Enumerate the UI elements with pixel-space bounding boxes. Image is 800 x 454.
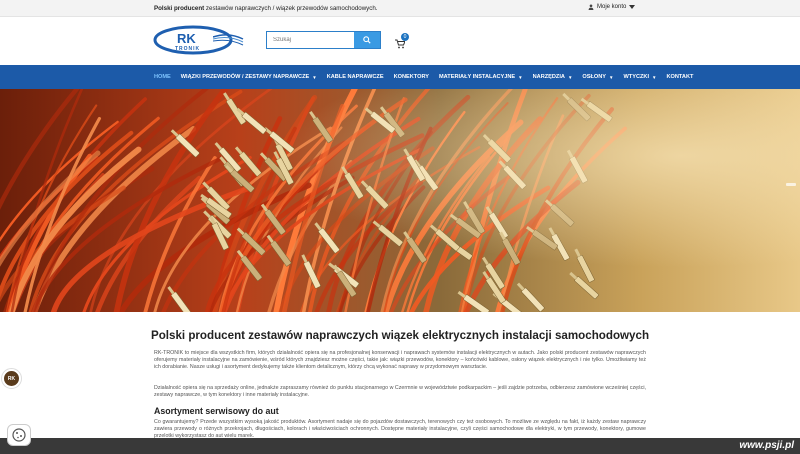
main-content: Polski producent zestawów naprawczych wi… bbox=[0, 312, 800, 454]
svg-text:RK: RK bbox=[177, 31, 196, 46]
search-input[interactable] bbox=[267, 32, 354, 48]
intro-paragraph: RK-TRONIK to miejsce dla wszystkich firm… bbox=[154, 350, 646, 371]
search-bar bbox=[266, 31, 381, 49]
site-header: RK TRONIK 0 bbox=[0, 17, 800, 65]
nav-item-kontakt[interactable]: KONTAKT bbox=[666, 74, 693, 80]
nav-item-wtyczki[interactable]: WTYCZKI ▼ bbox=[624, 74, 657, 80]
user-icon bbox=[588, 4, 594, 10]
slider-indicator[interactable] bbox=[786, 183, 796, 186]
nav-item-home[interactable]: HOME bbox=[154, 74, 171, 80]
chevron-down-icon: ▼ bbox=[567, 74, 573, 80]
hero-banner-image bbox=[0, 89, 800, 312]
brand-badge: RK bbox=[4, 371, 19, 386]
chevron-down-icon: ▼ bbox=[312, 74, 317, 80]
store-paragraph: Działalność opiera się na sprzedaży onli… bbox=[154, 385, 646, 399]
main-navigation: HOME WIĄZKI PRZEWODÓW / ZESTAWY NAPRAWCZ… bbox=[0, 65, 800, 89]
nav-item-materialy-instalacyjne[interactable]: MATERIAŁY INSTALACYJNE ▼ bbox=[439, 74, 523, 80]
search-icon bbox=[363, 36, 371, 44]
chevron-down-icon: ▼ bbox=[609, 74, 614, 80]
floating-brand-button[interactable]: RK bbox=[1, 368, 22, 389]
chevron-down-icon bbox=[629, 5, 636, 9]
watermark-bar: www.psji.pl bbox=[0, 438, 800, 454]
nav-item-konektory[interactable]: KONEKTORY bbox=[394, 74, 429, 80]
page-title: Polski producent zestawów naprawczych wi… bbox=[150, 329, 650, 342]
chevron-down-icon: ▼ bbox=[518, 74, 523, 80]
section-heading: Asortyment serwisowy do aut bbox=[154, 406, 279, 416]
top-info-bar: Polski producent zestawów naprawczych / … bbox=[0, 0, 800, 17]
tagline: Polski producent zestawów naprawczych / … bbox=[154, 5, 378, 12]
nav-item-oslony[interactable]: OSŁONY ▼ bbox=[582, 74, 613, 80]
search-button[interactable] bbox=[354, 32, 380, 48]
rk-tronik-logo[interactable]: RK TRONIK bbox=[153, 23, 245, 57]
watermark-text: www.psji.pl bbox=[739, 440, 794, 451]
nav-item-narzedzia[interactable]: NARZĘDZIA ▼ bbox=[533, 74, 573, 80]
nav-item-kable-naprawcze[interactable]: KABLE NAPRAWCZE bbox=[327, 74, 384, 80]
account-label: Moje konto bbox=[597, 4, 627, 10]
account-menu[interactable]: Moje konto bbox=[588, 4, 636, 10]
svg-text:TRONIK: TRONIK bbox=[175, 46, 200, 52]
chevron-down-icon: ▼ bbox=[652, 74, 657, 80]
cookie-icon bbox=[12, 428, 26, 442]
nav-item-wiazki-przewodow[interactable]: WIĄZKI PRZEWODÓW / ZESTAWY NAPRAWCZE ▼ bbox=[181, 74, 317, 80]
cart-count-badge: 0 bbox=[401, 33, 409, 41]
cart-button[interactable]: 0 bbox=[395, 33, 409, 49]
cookie-settings-button[interactable] bbox=[7, 424, 31, 446]
